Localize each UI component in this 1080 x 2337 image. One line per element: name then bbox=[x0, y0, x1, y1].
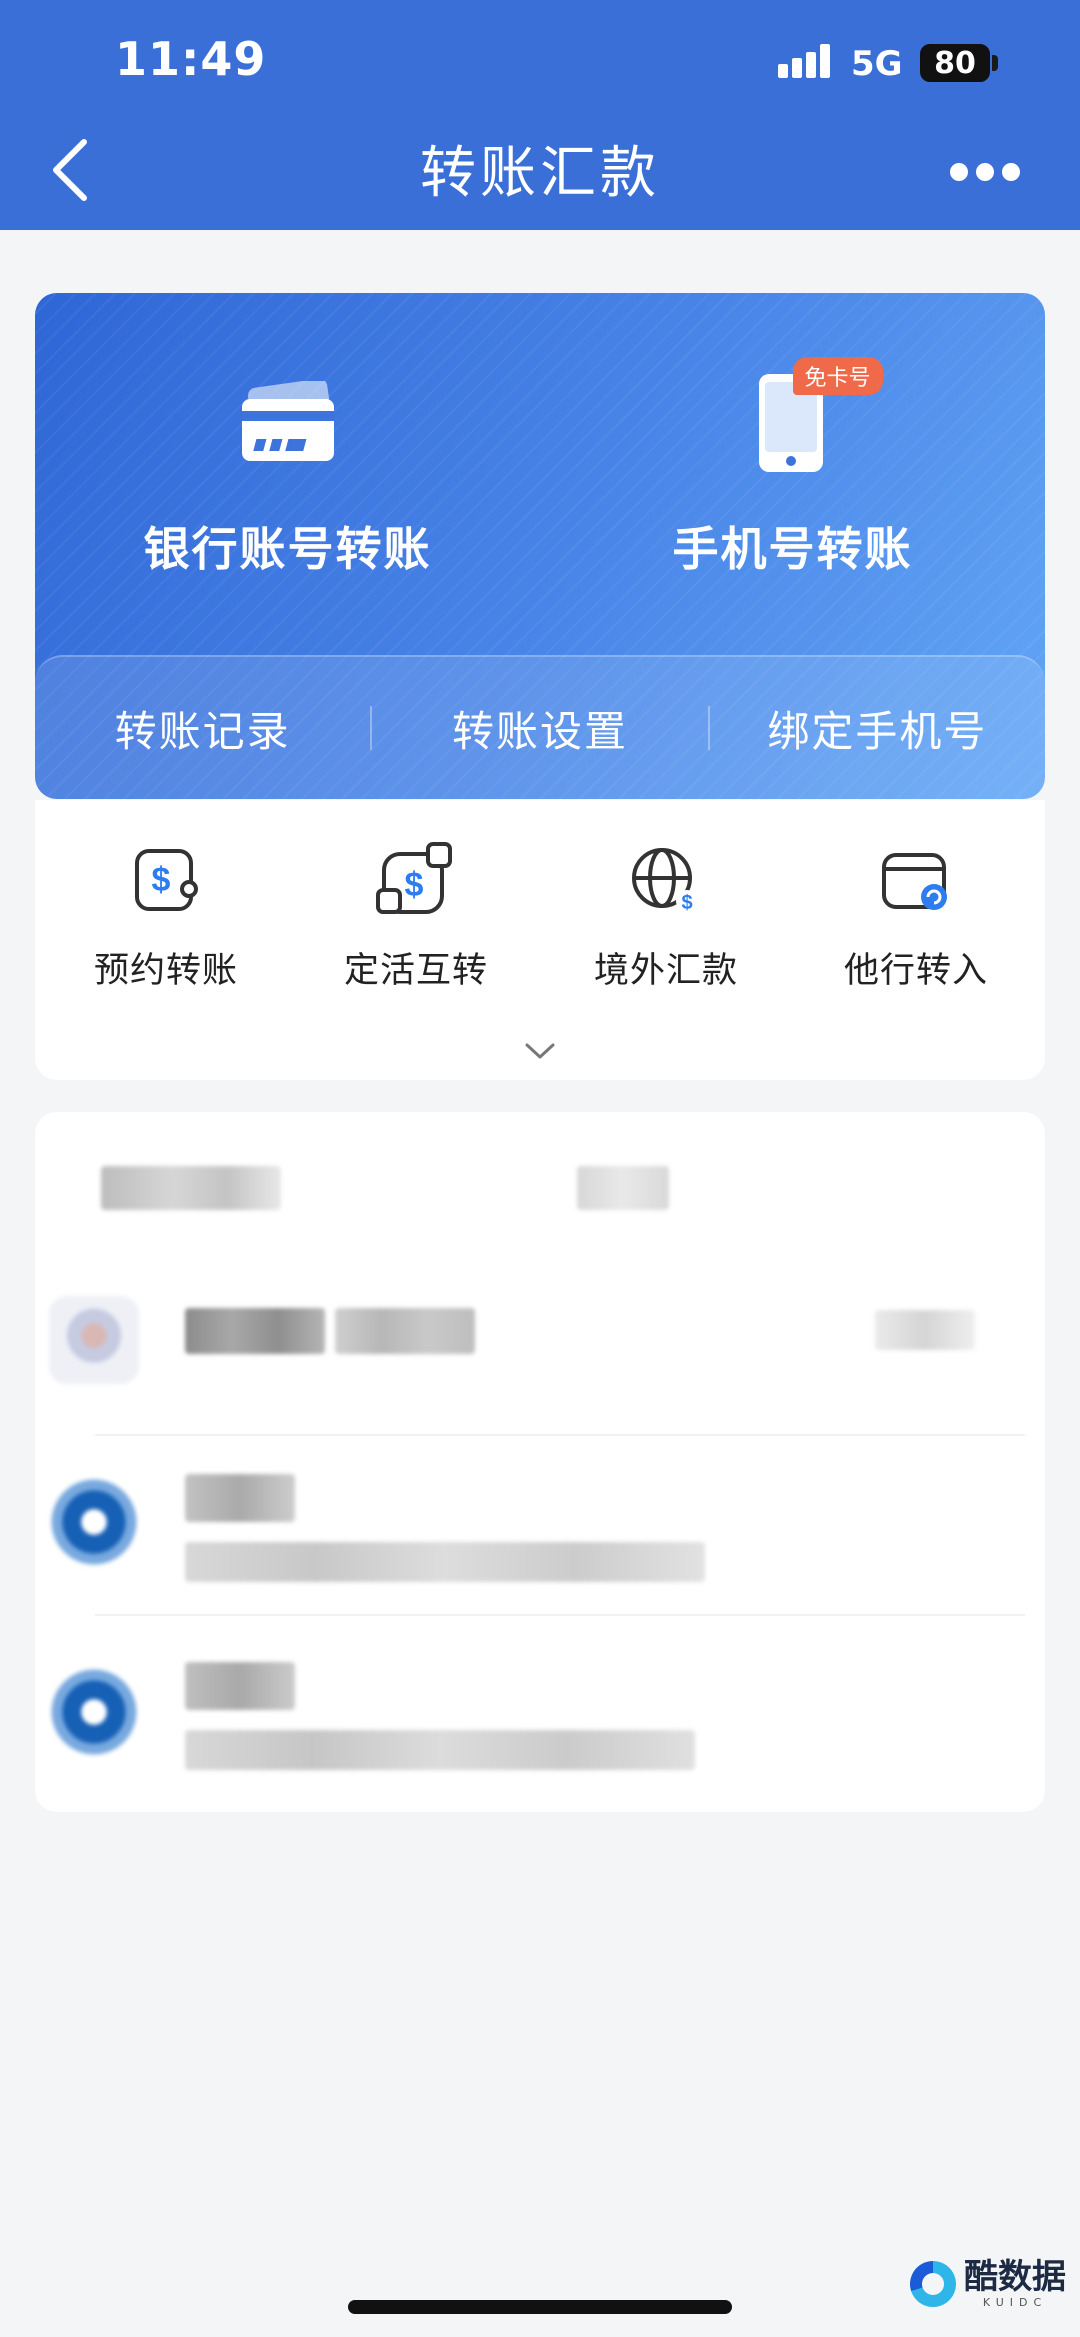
chevron-down-icon bbox=[525, 1043, 555, 1059]
phone-transfer-label: 手机号转账 bbox=[672, 522, 913, 576]
globe-dollar-icon: $ bbox=[629, 840, 703, 920]
transfer-records-link[interactable]: 转账记录 bbox=[35, 698, 370, 759]
divider bbox=[95, 1434, 1025, 1436]
bank-logo-avatar bbox=[49, 1662, 139, 1762]
recent-payees-card bbox=[35, 1112, 1045, 1812]
payee-name-redacted bbox=[185, 1662, 295, 1710]
watermark-title: 酷数据 bbox=[964, 2257, 1066, 2297]
bank-account-transfer-button[interactable]: 银行账号转账 bbox=[35, 293, 540, 653]
shortcut-scheduled-transfer[interactable]: $ 预约转账 bbox=[35, 840, 297, 993]
expand-button[interactable] bbox=[523, 1040, 557, 1062]
shortcut-label: 定活互转 bbox=[343, 951, 488, 991]
home-indicator[interactable] bbox=[348, 2300, 732, 2314]
wallet-inbound-icon bbox=[878, 840, 954, 920]
shortcut-overseas-remittance[interactable]: $ 境外汇款 bbox=[535, 840, 797, 993]
payee-name-redacted bbox=[185, 1474, 295, 1522]
payee-name-redacted bbox=[185, 1308, 325, 1354]
bank-card-icon bbox=[238, 363, 338, 483]
shortcut-deposit-exchange[interactable]: $ 定活互转 bbox=[285, 840, 547, 993]
svg-text:$: $ bbox=[152, 861, 171, 899]
transfer-hero-card: 银行账号转账 免卡号 手机号转账 转账记录 转账设置 绑定手机号 bbox=[35, 293, 1045, 799]
svg-text:$: $ bbox=[405, 866, 424, 904]
shortcut-inbound-from-other-bank[interactable]: 他行转入 bbox=[785, 840, 1047, 993]
bank-logo-avatar bbox=[49, 1472, 139, 1572]
shortcut-label: 他行转入 bbox=[843, 951, 988, 991]
avatar bbox=[49, 1296, 139, 1384]
payee-detail-redacted bbox=[335, 1308, 475, 1354]
phone-transfer-button[interactable]: 免卡号 手机号转账 bbox=[540, 293, 1045, 653]
watermark: 酷数据 KUIDC bbox=[910, 2258, 1066, 2309]
payee-account-redacted bbox=[185, 1542, 705, 1582]
battery-tip bbox=[992, 55, 998, 71]
watermark-subtitle: KUIDC bbox=[982, 2296, 1048, 2309]
more-dot bbox=[1002, 163, 1020, 181]
more-button[interactable] bbox=[950, 160, 1020, 184]
svg-text:$: $ bbox=[681, 892, 692, 914]
deposit-exchange-icon: $ bbox=[376, 840, 456, 920]
hero-links-bar: 转账记录 转账设置 绑定手机号 bbox=[35, 655, 1045, 799]
no-card-badge: 免卡号 bbox=[792, 357, 883, 395]
scheduled-transfer-icon: $ bbox=[131, 840, 201, 920]
section-title-redacted bbox=[101, 1166, 281, 1210]
bind-phone-link[interactable]: 绑定手机号 bbox=[710, 698, 1045, 759]
battery-icon: 80 bbox=[920, 44, 990, 82]
page-title: 转账汇款 bbox=[420, 141, 660, 206]
divider bbox=[95, 1614, 1025, 1616]
phone-icon: 免卡号 bbox=[755, 357, 883, 483]
shortcut-label: 境外汇款 bbox=[593, 951, 738, 991]
signal-icon bbox=[778, 44, 834, 80]
top-header: 11:49 5G 80 转账汇款 bbox=[0, 0, 1080, 230]
payee-meta-redacted bbox=[875, 1310, 975, 1350]
shortcut-label: 预约转账 bbox=[93, 951, 238, 991]
more-dot bbox=[976, 163, 994, 181]
bank-account-transfer-label: 银行账号转账 bbox=[143, 522, 432, 576]
watermark-logo-icon bbox=[910, 2260, 956, 2307]
shortcut-grid: $ 预约转账 $ 定活互转 $ 境外汇款 他行转入 bbox=[35, 800, 1045, 1080]
more-dot bbox=[950, 163, 968, 181]
network-type: 5G bbox=[851, 44, 903, 84]
section-action-redacted[interactable] bbox=[577, 1166, 669, 1210]
battery-level: 80 bbox=[934, 45, 976, 81]
transfer-settings-link[interactable]: 转账设置 bbox=[372, 698, 707, 759]
payee-account-redacted bbox=[185, 1730, 695, 1770]
status-time: 11:49 bbox=[115, 32, 267, 86]
